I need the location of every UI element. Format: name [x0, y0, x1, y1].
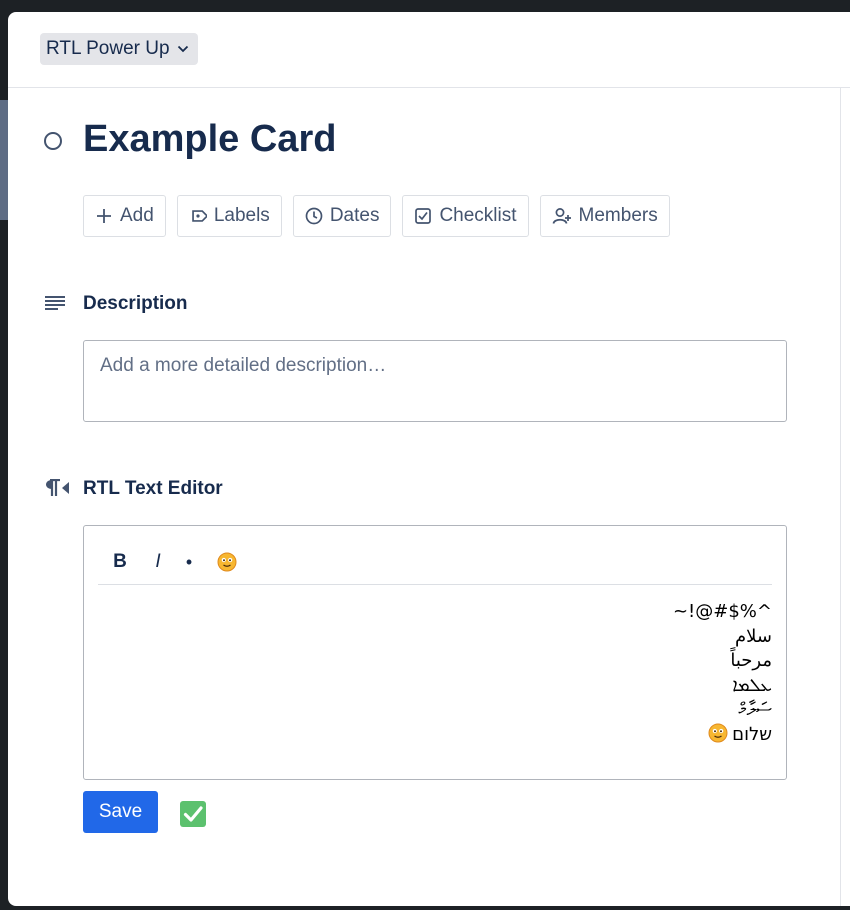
- editor-line: سلام: [735, 625, 772, 647]
- description-lines-icon: [45, 296, 65, 310]
- chevron-down-icon: [177, 45, 188, 53]
- bullet-list-button[interactable]: •: [182, 552, 196, 573]
- italic-button[interactable]: I: [150, 551, 166, 573]
- card-title[interactable]: Example Card: [83, 118, 336, 161]
- dates-button[interactable]: Dates: [292, 195, 392, 237]
- add-person-icon: [552, 208, 571, 224]
- smiley-emoji-icon: [708, 723, 728, 742]
- clock-icon: [305, 207, 323, 225]
- powerup-label: RTL Power Up: [46, 38, 170, 59]
- emoji-picker-button[interactable]: [216, 552, 238, 572]
- rtl-editor-heading: RTL Text Editor: [83, 478, 223, 499]
- rtl-text-editor: B I • ~!@#$%^ سلام مرحباً ܥܠܡܐ ސަލާމް של…: [83, 525, 787, 780]
- green-checkmark-button[interactable]: [179, 800, 207, 828]
- labels-button[interactable]: Labels: [176, 195, 282, 237]
- bold-button[interactable]: B: [112, 551, 128, 573]
- checklist-button[interactable]: Checklist: [402, 195, 529, 237]
- editor-content[interactable]: ~!@#$%^ سلام مرحباً ܥܠܡܐ ސަލާމް שלום: [132, 600, 772, 747]
- plus-icon: [97, 209, 111, 223]
- editor-line: مرحباً: [730, 650, 772, 671]
- checkbox-icon: [415, 208, 432, 224]
- editor-line-text: שלום: [732, 723, 772, 745]
- paragraph-rtl-icon: [46, 479, 69, 496]
- tag-icon: [192, 210, 207, 222]
- card-actions: Add Labels Dates Checklist Members: [83, 195, 670, 237]
- checklist-label: Checklist: [439, 205, 517, 226]
- editor-line: ~!@#$%^: [672, 601, 772, 622]
- editor-line: ܥܠܡܐ: [732, 674, 772, 696]
- green-checkmark-icon: [180, 801, 206, 827]
- members-button[interactable]: Members: [539, 195, 670, 237]
- editor-line-hebrew: שלום: [132, 723, 772, 748]
- members-label: Members: [578, 205, 658, 226]
- labels-label: Labels: [213, 205, 270, 226]
- card-complete-toggle[interactable]: [44, 132, 62, 150]
- add-label: Add: [120, 205, 154, 226]
- editor-toolbar: B I •: [98, 540, 772, 585]
- description-input[interactable]: Add a more detailed description…: [83, 340, 787, 422]
- modal-header: RTL Power Up: [8, 12, 850, 88]
- add-button[interactable]: Add: [83, 195, 166, 237]
- description-heading: Description: [83, 293, 188, 314]
- sidebar-divider: [840, 88, 841, 906]
- card-detail-modal: RTL Power Up Example Card Add Labels Dat…: [8, 12, 850, 906]
- dates-label: Dates: [329, 205, 380, 226]
- save-button[interactable]: Save: [83, 791, 158, 833]
- editor-line: ސަލާމް: [738, 699, 773, 720]
- powerup-dropdown-button[interactable]: RTL Power Up: [40, 33, 198, 65]
- smiley-emoji-icon: [217, 552, 237, 572]
